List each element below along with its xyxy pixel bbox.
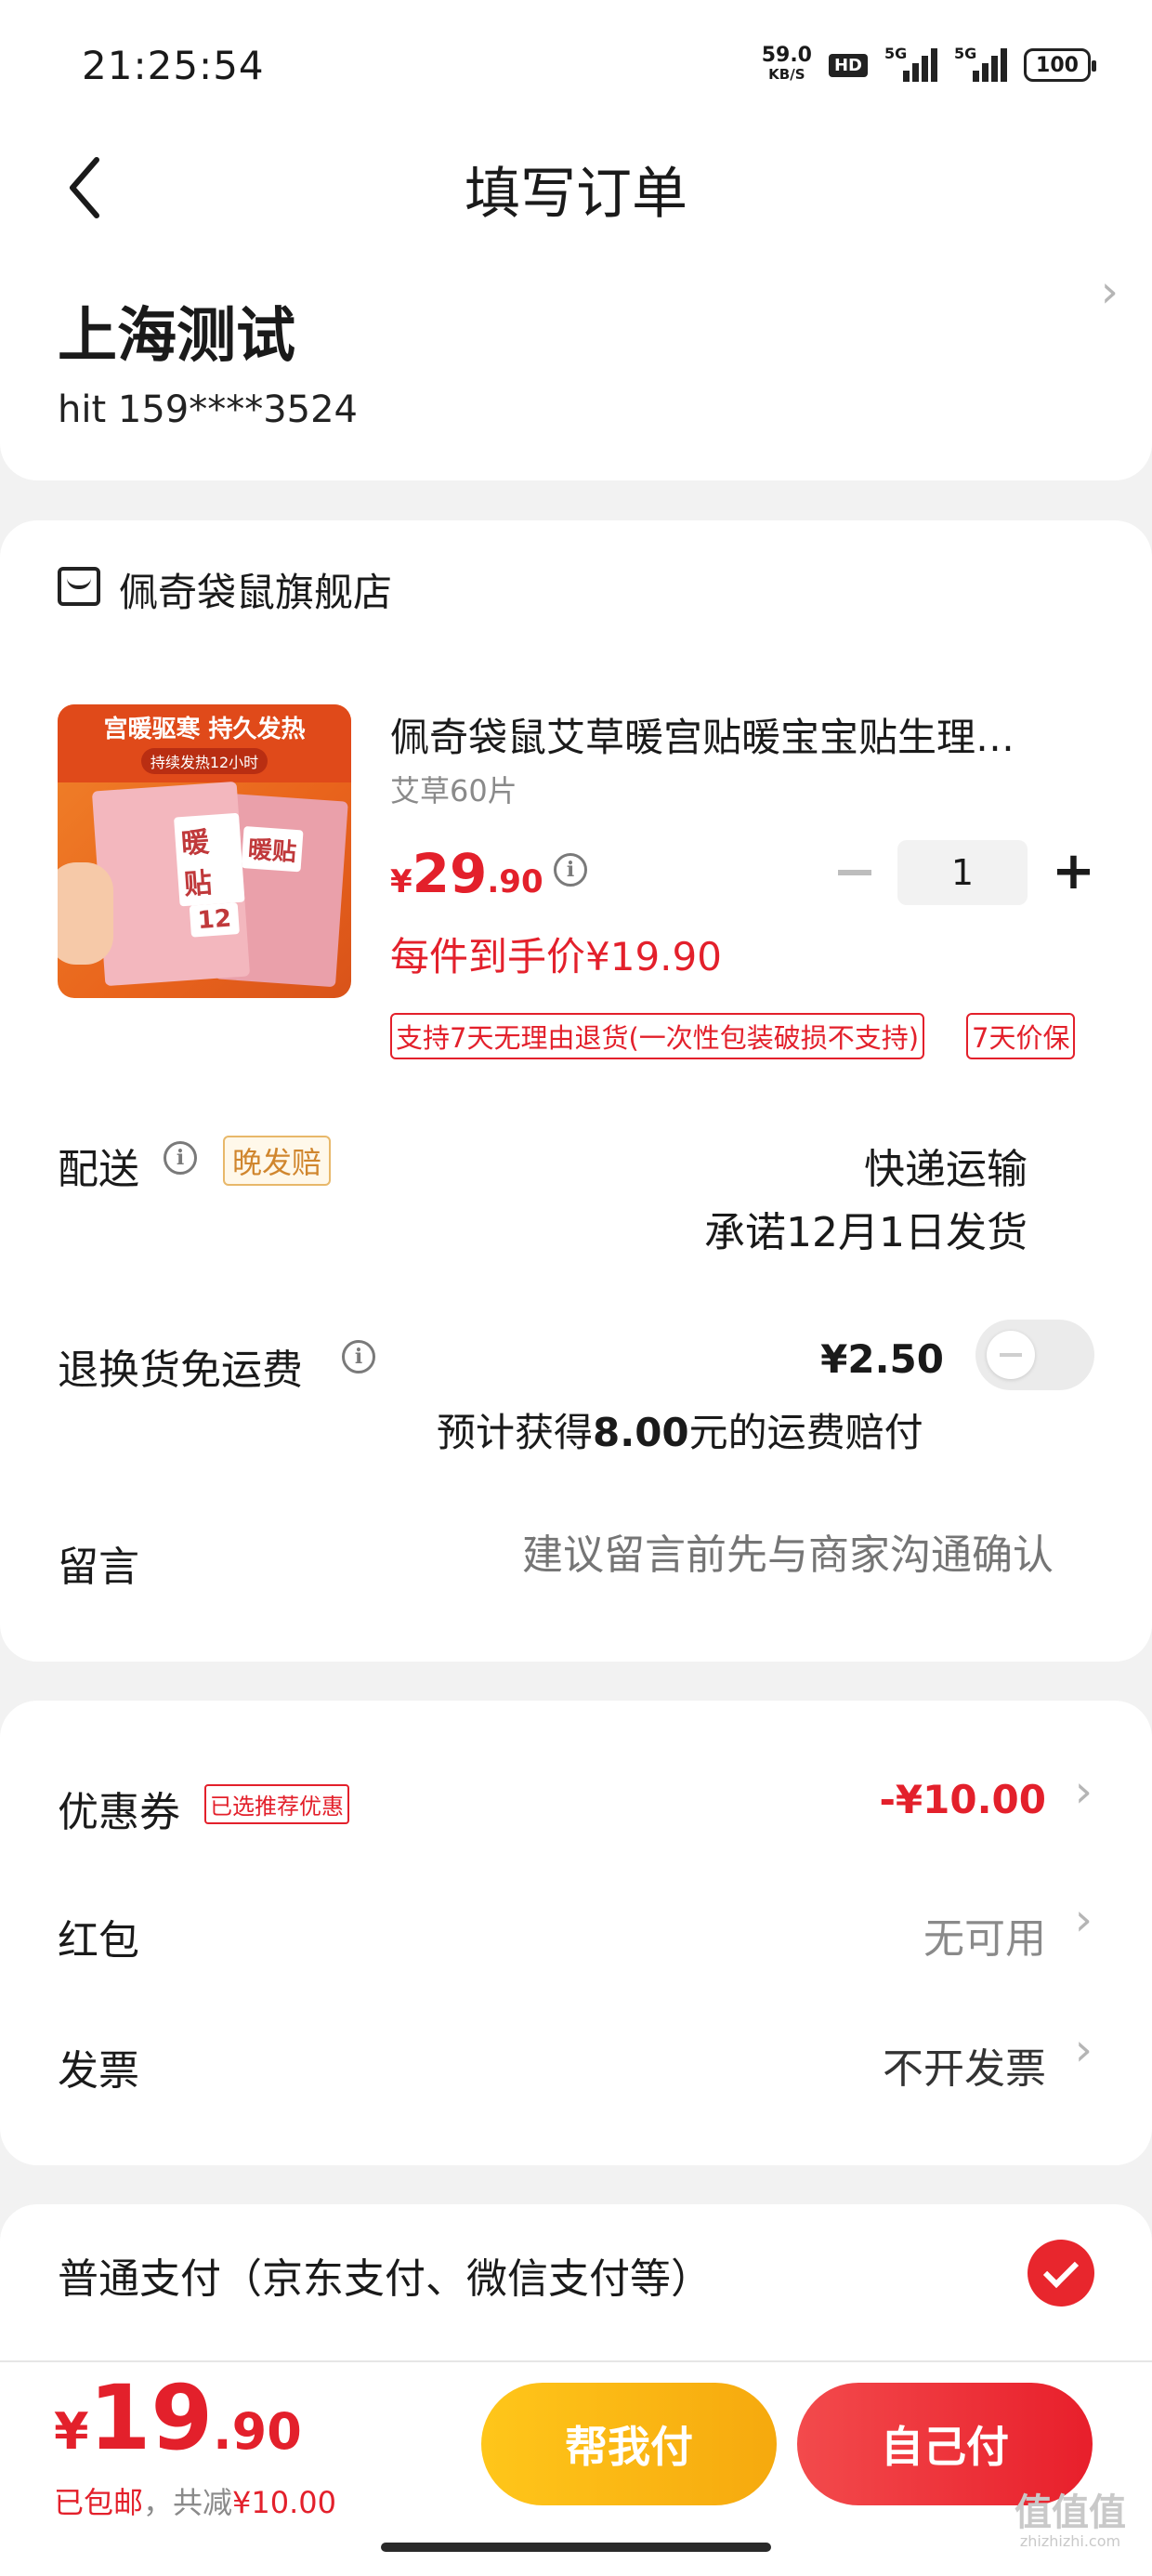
help-pay-button[interactable]: 帮我付 [481,2383,777,2505]
shipping-promise: 承诺12月1日发货 [704,1209,1028,1256]
message-label: 留言 [58,1544,139,1591]
freight-insurance-label: 退换货免运费 [58,1347,303,1394]
product-price: ¥29.90 [390,842,543,905]
freight-info-icon[interactable]: i [342,1340,375,1373]
price-protect-tag: 7天价保 [966,1013,1076,1059]
address-contact: hit 159****3524 [58,388,359,431]
message-input[interactable] [446,1531,1054,1579]
price-info-icon[interactable]: i [554,853,587,887]
watermark-logo: 值值值 zhizhizhi.com [1015,2491,1126,2550]
freight-compensation-note: 预计获得8.00元的运费赔付 [437,1410,923,1455]
order-card [0,520,1152,1662]
net-speed: 59.0 KB/S [761,44,812,84]
quantity-plus-button[interactable]: + [1052,846,1095,901]
delivery-label: 配送 [58,1146,139,1193]
coupon-badge: 已选推荐优惠 [204,1784,349,1824]
invoice-label: 发票 [58,2047,139,2095]
hand-price: 每件到手价¥19.90 [390,934,722,979]
invoice-value[interactable]: 不开发票 [883,2035,1046,2095]
self-pay-button[interactable]: 自己付 [797,2383,1093,2505]
battery-icon: 100 [1024,48,1096,82]
address-chevron-icon[interactable]: › [1101,266,1119,318]
product-box-front: 暖贴 12 [91,781,251,987]
product-title[interactable]: 佩奇袋鼠艾草暖宫贴暖宝宝贴生理… [390,706,1059,763]
shop-name[interactable]: 佩奇袋鼠旗舰店 [119,561,392,618]
delivery-info-icon[interactable]: i [164,1141,197,1175]
shipping-mode[interactable]: 快递运输 [864,1136,1028,1195]
total-price: ¥19.90 [54,2366,302,2470]
status-icons: 59.0 KB/S HD 5G 5G 100 [761,44,1096,84]
payment-method-label[interactable]: 普通支付（京东支付、微信支付等） [58,2245,712,2305]
home-indicator[interactable] [381,2543,771,2552]
product-spec[interactable]: 艾草60片 [390,768,517,810]
freight-insurance-toggle[interactable] [975,1320,1094,1390]
red-packet-label: 红包 [58,1917,139,1965]
red-packet-value[interactable]: 无可用 [923,1905,1046,1965]
quantity-minus-button[interactable] [838,870,871,875]
coupon-label: 优惠券 [58,1789,180,1836]
coupon-value[interactable]: -¥10.00 [879,1777,1046,1822]
shop-icon [58,567,100,606]
signal-icon: 5G [884,45,937,82]
product-image-banner: 宫暖驱寒 持久发热 持续发热12小时 [58,704,351,782]
page-title: 填写订单 [465,162,687,227]
hd-icon: HD [828,53,868,77]
product-image[interactable]: 宫暖驱寒 持久发热 持续发热12小时 暖贴 暖贴 12 [58,704,351,998]
freight-insurance-price: ¥2.50 [820,1336,944,1382]
invoice-chevron-icon[interactable]: › [1075,2024,1093,2076]
return-policy-tag: 支持7天无理由退货(一次性包装破损不支持) [390,1013,925,1059]
red-packet-chevron-icon[interactable]: › [1075,1894,1093,1946]
coupon-chevron-icon[interactable]: › [1075,1766,1093,1818]
total-note: 已包邮，共减¥10.00 [54,2485,337,2520]
signal-icon-2: 5G [954,45,1007,82]
quantity-value[interactable]: 1 [897,840,1028,905]
hand-graphic [58,862,113,965]
toggle-knob [987,1331,1035,1379]
payment-selected-check-icon[interactable] [1028,2240,1094,2307]
status-time: 21:25:54 [82,43,265,88]
late-compensation-tag: 晚发赔 [223,1136,332,1186]
address-region: 上海测试 [58,302,295,371]
